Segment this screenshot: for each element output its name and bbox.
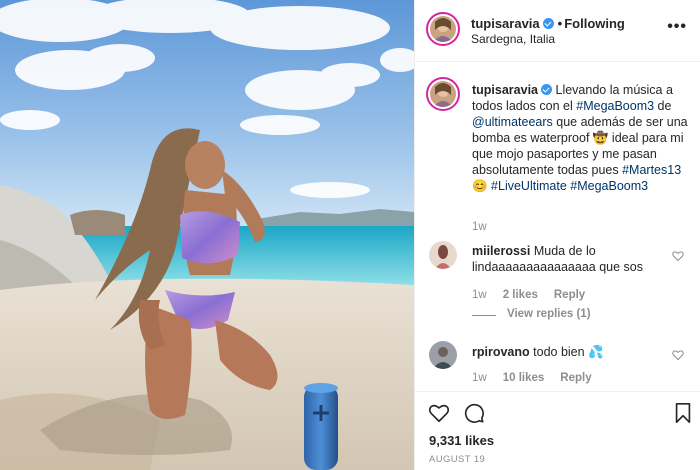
verified-badge-icon xyxy=(542,18,554,29)
post-photo[interactable] xyxy=(0,0,414,470)
comment-time[interactable]: 1w xyxy=(472,289,487,301)
commenter-avatar[interactable] xyxy=(429,241,457,269)
following-button[interactable]: Following xyxy=(564,16,625,31)
comment-text: rpirovano todo bien 💦 xyxy=(472,344,672,360)
reply-button[interactable]: Reply xyxy=(554,289,585,301)
comment-meta: 1w 10 likes Reply xyxy=(472,372,592,384)
heart-icon[interactable] xyxy=(672,349,684,361)
post-header: tupisaravia • Following Sardegna, Italia •… xyxy=(415,0,700,62)
reply-button[interactable]: Reply xyxy=(560,372,591,384)
commenter-avatar[interactable] xyxy=(429,341,457,369)
hashtag-link[interactable]: #Martes13 xyxy=(622,163,681,177)
hashtag-link[interactable]: #MegaBoom3 xyxy=(570,179,648,193)
comment-likes[interactable]: 10 likes xyxy=(503,372,545,384)
comment-username[interactable]: rpirovano xyxy=(472,345,530,359)
post-date[interactable]: AUGUST 19 xyxy=(429,454,485,465)
verified-badge-icon xyxy=(541,84,553,95)
heart-icon[interactable] xyxy=(672,250,684,262)
follow-separator: • xyxy=(557,16,563,31)
author-avatar[interactable] xyxy=(430,16,456,42)
beach-photo xyxy=(0,0,414,470)
caption-body-4: 😊 xyxy=(472,179,492,193)
hashtag-link[interactable]: #LiveUltimate xyxy=(491,179,567,193)
comment-bubble-icon[interactable] xyxy=(463,402,485,424)
caption-body-2: de xyxy=(654,99,672,113)
caption-avatar-ring[interactable] xyxy=(426,77,460,111)
location-link[interactable]: Sardegna, Italia xyxy=(471,32,555,46)
view-replies-button[interactable]: View replies (1) xyxy=(507,308,591,320)
caption-time[interactable]: 1w xyxy=(472,221,487,233)
hashtag-link[interactable]: #MegaBoom3 xyxy=(576,99,654,113)
caption-avatar[interactable] xyxy=(430,81,456,107)
caption-username[interactable]: tupisaravia xyxy=(472,83,538,97)
view-replies-line xyxy=(472,315,496,316)
comment-likes[interactable]: 2 likes xyxy=(503,289,538,301)
comments-section: tupisaravia Llevando la música a todos l… xyxy=(415,63,700,391)
likes-count[interactable]: 9,331 likes xyxy=(429,433,494,448)
header-user-line: tupisaravia • Following xyxy=(471,16,625,31)
post-actions: 9,331 likes AUGUST 19 xyxy=(415,391,700,470)
post-side-panel: tupisaravia • Following Sardegna, Italia •… xyxy=(414,0,700,470)
more-options-icon[interactable]: ••• xyxy=(667,19,687,35)
mention-link[interactable]: @ultimateears xyxy=(472,115,553,129)
caption-text: tupisaravia Llevando la música a todos l… xyxy=(472,82,688,194)
bookmark-icon[interactable] xyxy=(672,402,694,424)
heart-icon[interactable] xyxy=(428,402,450,424)
comment-username[interactable]: miilerossi xyxy=(472,244,530,258)
comment-time[interactable]: 1w xyxy=(472,372,487,384)
author-avatar-ring[interactable] xyxy=(426,12,460,46)
comment-meta: 1w 2 likes Reply xyxy=(472,289,585,301)
author-username[interactable]: tupisaravia xyxy=(471,16,540,31)
comment-text: miilerossi Muda de lo lindaaaaaaaaaaaaaa… xyxy=(472,243,672,275)
comment-body: todo bien 💦 xyxy=(533,345,604,359)
